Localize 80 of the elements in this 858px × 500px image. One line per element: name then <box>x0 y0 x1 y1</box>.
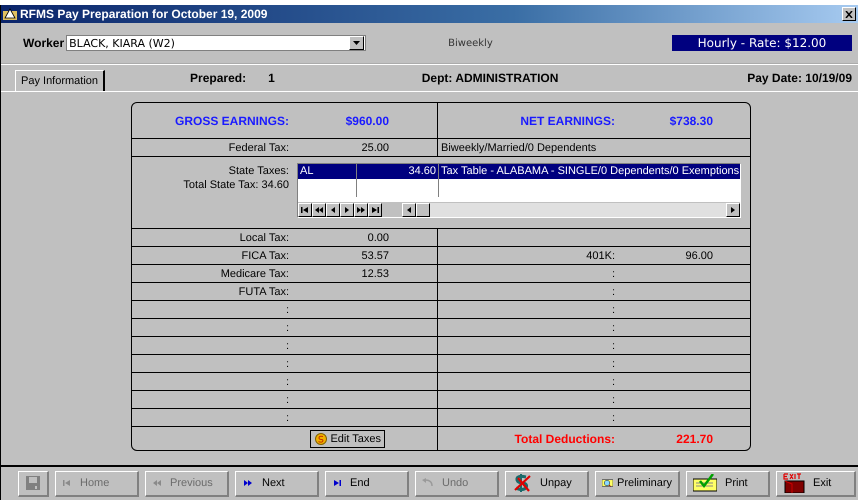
skip-to-end-icon <box>370 206 380 214</box>
field-label: : <box>610 394 615 406</box>
dropdown-arrow-icon <box>353 41 360 45</box>
pay-date-text: Pay Date: 10/19/09 <box>747 71 852 85</box>
horizontal-scrollbar[interactable] <box>402 202 740 216</box>
undo-arrow-icon <box>422 478 434 488</box>
checked-document-icon <box>693 474 717 492</box>
field-label: Federal Tax: <box>228 142 289 154</box>
field-label: : <box>610 304 615 316</box>
next-record-button[interactable] <box>340 202 354 216</box>
coin-icon <box>314 432 328 444</box>
next-page-button[interactable] <box>354 202 368 216</box>
window-title: RFMS Pay Preparation for October 19, 2009 <box>20 7 268 21</box>
field-label: FICA Tax: <box>240 250 289 262</box>
total-deductions-value: 221.70 <box>675 432 713 446</box>
field-label: : <box>610 412 615 424</box>
skip-to-start-icon <box>62 479 72 487</box>
edit-taxes-button[interactable]: Edit Taxes <box>310 430 385 448</box>
unpay-button[interactable]: Unpay <box>505 470 589 496</box>
prepared-label: Prepared: <box>190 71 246 85</box>
print-button[interactable]: Print <box>686 470 770 496</box>
field-label: : <box>284 304 289 316</box>
state-taxes-label: State Taxes: <box>228 165 289 177</box>
worker-dropdown[interactable]: BLACK, KIARA (W2) <box>66 35 366 51</box>
app-icon <box>3 8 17 20</box>
crossed-dollar-icon <box>512 473 532 493</box>
federal-tax-detail: Biweekly/Married/0 Dependents <box>440 142 598 154</box>
field-label: : <box>610 322 615 334</box>
double-right-arrow-icon <box>242 479 254 487</box>
previous-record-button[interactable] <box>326 202 340 216</box>
net-earnings-label: NET EARNINGS: <box>519 114 615 128</box>
field-label: FUTA Tax: <box>238 286 289 298</box>
pay-frequency: Biweekly <box>448 38 493 48</box>
exit-door-icon <box>783 473 805 493</box>
rate-badge: Hourly - Rate: $12.00 <box>672 35 852 51</box>
field-label: : <box>284 340 289 352</box>
field-label: : <box>284 394 289 406</box>
prepared-value: 1 <box>268 71 275 85</box>
field-label: : <box>284 322 289 334</box>
scrollbar-thumb[interactable] <box>416 202 430 216</box>
field-label: : <box>610 268 615 280</box>
close-icon <box>845 10 853 18</box>
worker-label: Worker <box>23 36 64 50</box>
previous-page-button[interactable] <box>312 202 326 216</box>
field-label: : <box>284 376 289 388</box>
exit-button[interactable]: Exit <box>776 470 856 496</box>
end-button[interactable]: End <box>325 470 409 496</box>
last-record-button[interactable] <box>368 202 382 216</box>
net-earnings-value: $738.30 <box>668 114 713 128</box>
field-label: Medicare Tax: <box>220 268 289 280</box>
double-left-arrow-icon <box>152 479 162 487</box>
field-label: Local Tax: <box>238 232 289 244</box>
field-label: : <box>284 412 289 424</box>
close-button[interactable] <box>842 7 856 21</box>
double-right-arrow-icon <box>356 206 366 214</box>
gross-earnings-label: GROSS EARNINGS: <box>174 114 289 128</box>
total-deductions-label: Total Deductions: <box>514 432 615 446</box>
field-value: 25.00 <box>360 142 389 154</box>
state-tax-grid[interactable]: AL 34.60 Tax Table - ALABAMA - SINGLE/0 Dependents/0 Exemptions <box>297 163 741 218</box>
field-value: 96.00 <box>684 250 713 262</box>
field-label: : <box>610 376 615 388</box>
skip-to-start-icon <box>300 206 310 214</box>
field-label: : <box>610 286 615 298</box>
field-value: 53.57 <box>360 250 389 262</box>
field-label: : <box>284 358 289 370</box>
grid-row[interactable]: AL 34.60 Tax Table - ALABAMA - SINGLE/0 Dependents/0 Exemptions <box>298 164 740 179</box>
double-left-arrow-icon <box>314 206 324 214</box>
tab[interactable]: Pay Information <box>15 70 106 91</box>
first-record-button[interactable] <box>298 202 312 216</box>
field-label: : <box>610 358 615 370</box>
field-label: 401K: <box>585 250 615 262</box>
skip-to-end-icon <box>332 479 342 487</box>
gross-earnings-value: $960.00 <box>344 114 389 128</box>
field-value: 0.00 <box>366 232 389 244</box>
total-state-tax-text: Total State Tax: 34.60 <box>183 179 289 191</box>
preliminary-button[interactable]: Preliminary <box>595 470 680 496</box>
field-value: 12.53 <box>360 268 389 280</box>
department-text: Dept: ADMINISTRATION <box>422 71 558 85</box>
field-label: : <box>610 340 615 352</box>
next-button[interactable]: Next <box>235 470 319 496</box>
